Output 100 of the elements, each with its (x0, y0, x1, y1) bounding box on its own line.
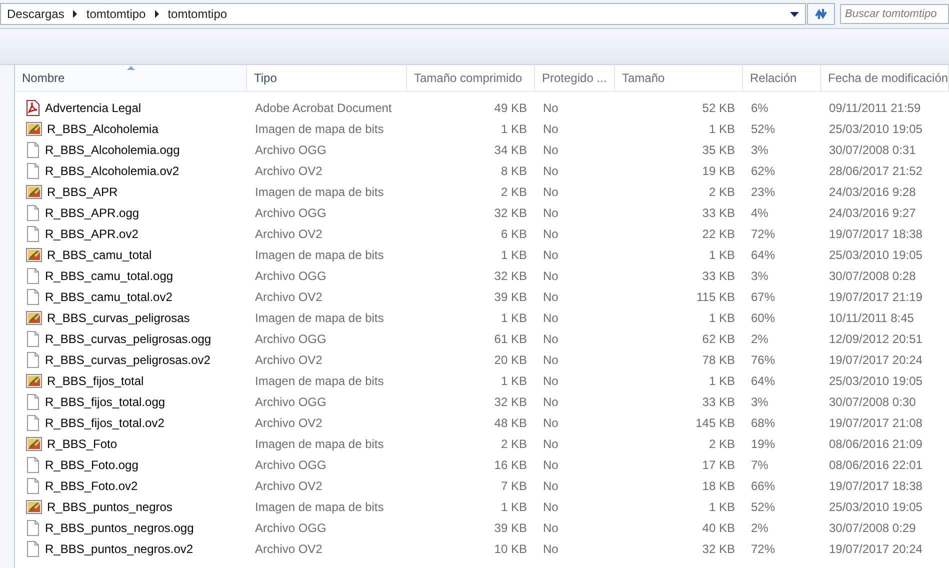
file-name[interactable]: R_BBS_curvas_peligrosas.ogg (15, 330, 247, 346)
compressed-size: 48 KB (493, 416, 528, 430)
compression-ratio: 23% (750, 184, 776, 198)
image-file-icon (26, 498, 42, 514)
protected-status: No (542, 268, 560, 282)
chevron-icon[interactable] (72, 10, 78, 18)
file-size: 2 KB (708, 436, 736, 450)
file-name[interactable]: R_BBS_APR.ov2 (15, 226, 247, 242)
compression-ratio: 62% (750, 164, 776, 178)
file-name[interactable]: R_BBS_fijos_total.ogg (15, 394, 247, 410)
modified-date: 25/03/2010 19:05 (828, 122, 924, 136)
file-name[interactable]: R_BBS_puntos_negros.ogg (15, 520, 247, 536)
compression-ratio: 60% (750, 310, 776, 324)
file-name[interactable]: R_BBS_APR (15, 184, 247, 200)
compressed-size: 1 KB (500, 500, 528, 514)
compression-ratio: 4% (750, 206, 770, 220)
modified-date: 19/07/2017 21:19 (828, 290, 924, 304)
file-name[interactable]: R_BBS_Alcoholemia (15, 120, 247, 136)
file-type: Imagen de mapa de bits (254, 500, 385, 514)
modified-date: 24/03/2016 9:27 (828, 206, 917, 220)
modified-date: 08/06/2016 21:09 (828, 436, 924, 450)
file-type: Archivo OV2 (254, 542, 324, 556)
file-name[interactable]: R_BBS_puntos_negros (15, 498, 247, 514)
compression-ratio: 3% (750, 142, 770, 156)
protected-status: No (542, 310, 560, 324)
image-file-icon (26, 184, 42, 200)
modified-date: 19/07/2017 18:38 (828, 478, 924, 492)
modified-date: 30/07/2008 0:30 (828, 394, 917, 408)
file-size: 33 KB (701, 394, 736, 408)
file-icon (26, 268, 40, 284)
compressed-size: 32 KB (493, 206, 528, 220)
chevron-icon[interactable] (154, 10, 160, 18)
protected-status: No (542, 100, 560, 114)
file-size: 145 KB (694, 416, 736, 430)
column-header[interactable]: Protegido ... (535, 65, 615, 91)
modified-date: 25/03/2010 19:05 (828, 500, 924, 514)
compression-ratio: 72% (750, 226, 776, 240)
file-type: Archivo OV2 (254, 478, 324, 492)
image-file-icon (26, 120, 42, 136)
file-name[interactable]: R_BBS_Foto (15, 436, 247, 452)
column-header[interactable]: Tamaño comprimido (407, 65, 535, 91)
file-name[interactable]: R_BBS_Alcoholemia.ogg (15, 142, 247, 158)
breadcrumb-item[interactable]: tomtomtipo (168, 7, 228, 21)
file-type: Archivo OGG (254, 394, 328, 408)
column-header[interactable]: Relación (743, 65, 821, 91)
image-file-icon (26, 436, 42, 452)
protected-status: No (542, 542, 560, 556)
compressed-size: 1 KB (500, 310, 528, 324)
file-name[interactable]: R_BBS_puntos_negros.ov2 (15, 540, 247, 556)
file-icon (26, 330, 40, 346)
file-type: Imagen de mapa de bits (254, 184, 385, 198)
file-type: Archivo OV2 (254, 290, 324, 304)
compressed-size: 39 KB (493, 290, 528, 304)
column-header[interactable]: Fecha de modificación (821, 65, 949, 91)
protected-status: No (542, 164, 560, 178)
dropdown-icon[interactable] (790, 12, 799, 16)
file-icon (26, 394, 40, 410)
file-type: Archivo OV2 (254, 164, 324, 178)
file-name[interactable]: R_BBS_Foto.ov2 (15, 478, 247, 494)
image-file-icon (26, 246, 42, 262)
file-name[interactable]: R_BBS_fijos_total.ov2 (15, 414, 247, 430)
file-size: 32 KB (701, 542, 736, 556)
column-header[interactable]: Tipo (247, 65, 407, 91)
protected-status: No (542, 458, 560, 472)
file-size: 1 KB (708, 310, 736, 324)
compression-ratio: 72% (750, 542, 776, 556)
breadcrumb-item[interactable]: Descargas (7, 7, 64, 21)
column-header[interactable]: Nombre (15, 65, 247, 91)
file-type: Archivo OV2 (254, 226, 324, 240)
file-name[interactable]: Advertencia Legal (15, 100, 247, 116)
modified-date: 30/07/2008 0:31 (828, 142, 917, 156)
image-file-icon (26, 372, 42, 388)
file-size: 1 KB (708, 500, 736, 514)
file-name[interactable]: R_BBS_Alcoholemia.ov2 (15, 162, 247, 178)
file-name[interactable]: R_BBS_fijos_total (15, 372, 247, 388)
protected-status: No (542, 436, 560, 450)
file-icon (26, 414, 40, 430)
compressed-size: 61 KB (493, 332, 528, 346)
protected-status: No (542, 352, 560, 366)
refresh-button[interactable] (807, 3, 835, 25)
file-name[interactable]: R_BBS_camu_total (15, 246, 247, 262)
modified-date: 10/11/2011 8:45 (828, 310, 915, 324)
breadcrumb-item[interactable]: tomtomtipo (86, 7, 146, 21)
file-size: 62 KB (701, 332, 736, 346)
compressed-size: 16 KB (493, 458, 528, 472)
file-name[interactable]: R_BBS_camu_total.ogg (15, 268, 247, 284)
file-name[interactable]: R_BBS_camu_total.ov2 (15, 288, 247, 304)
protected-status: No (542, 206, 560, 220)
file-name[interactable]: R_BBS_curvas_peligrosas.ov2 (15, 352, 247, 368)
compression-ratio: 3% (750, 268, 770, 282)
address-bar[interactable]: Descargas tomtomtipo tomtomtipo (0, 3, 806, 25)
search-field[interactable]: Buscar tomtomtipo (840, 4, 949, 24)
file-name[interactable]: R_BBS_curvas_peligrosas (15, 310, 247, 326)
protected-status: No (542, 290, 560, 304)
file-size: 17 KB (701, 458, 736, 472)
file-name[interactable]: R_BBS_APR.ogg (15, 204, 247, 220)
column-header[interactable]: Tamaño (615, 65, 743, 91)
compression-ratio: 64% (750, 248, 776, 262)
file-size: 78 KB (701, 352, 736, 366)
file-name[interactable]: R_BBS_Foto.ogg (15, 456, 247, 472)
